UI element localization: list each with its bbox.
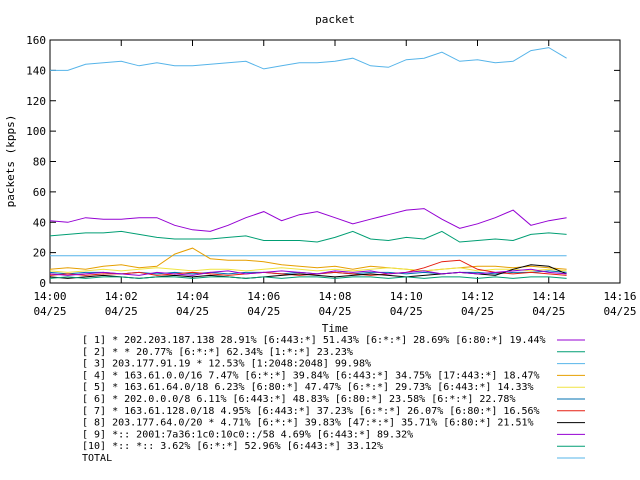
- legend-label-4: [ 4] * 163.61.0.0/16 7.47% [6:*:*] 39.84…: [82, 370, 540, 381]
- series-line-total: [50, 47, 567, 71]
- y-axis-label: packets (kpps): [4, 115, 17, 208]
- y-tick-label: 140: [26, 64, 46, 77]
- x-tick-label-time: 14:06: [247, 290, 280, 303]
- y-ticks: 0 20 40 60 80 100 120 140 160: [26, 34, 620, 290]
- legend-label-6: [ 6] * 202.0.0.0/8 6.11% [6:443:*] 48.83…: [82, 394, 515, 405]
- x-tick-label-time: 14:12: [461, 290, 494, 303]
- x-tick-label-time: 14:04: [176, 290, 209, 303]
- y-tick-label: 80: [33, 156, 46, 169]
- y-tick-label: 160: [26, 34, 46, 47]
- x-ticks: 14:00 04/25 14:02 04/25 14:04 04/25 14:06 04/25…: [33, 40, 637, 318]
- y-tick-label: 100: [26, 125, 46, 138]
- x-tick-label-date: 04/25: [532, 305, 565, 318]
- y-tick-label: 120: [26, 95, 46, 108]
- series-line-10: [49, 276, 567, 279]
- series-line-2: [49, 230, 567, 243]
- x-tick-label-time: 14:00: [33, 290, 66, 303]
- x-tick-label-date: 04/25: [176, 305, 209, 318]
- y-tick-label: 20: [33, 247, 46, 260]
- x-tick-label-date: 04/25: [603, 305, 636, 318]
- legend-label-5: [ 5] * 163.61.64.0/18 6.23% [6:80:*] 47.…: [82, 382, 534, 393]
- legend-label-1: [ 1] * 202.203.187.138 28.91% [6:443:*] …: [82, 335, 546, 346]
- legend-label-8: [ 8] 203.177.64.0/20 * 4.71% [6:*:*] 39.…: [82, 418, 534, 429]
- legend-label-10: [10] *:: *:: 3.62% [6:*:*] 52.96% [6:443…: [82, 441, 383, 452]
- x-tick-label-date: 04/25: [247, 305, 280, 318]
- x-tick-label-time: 14:08: [318, 290, 351, 303]
- x-axis-label: Time: [322, 322, 349, 335]
- legend-label-total: TOTAL: [82, 453, 112, 464]
- legend-label-3: [ 3] 203.177.91.19 * 12.53% [1:2048:2048…: [82, 359, 371, 370]
- y-tick-label: 40: [33, 216, 46, 229]
- x-tick-label-date: 04/25: [318, 305, 351, 318]
- series-lines: [49, 47, 567, 279]
- legend-label-7: [ 7] * 163.61.128.0/18 4.95% [6:443:*] 3…: [82, 406, 540, 417]
- x-tick-label-date: 04/25: [33, 305, 66, 318]
- series-line-1: [49, 208, 567, 232]
- legend-label-9: [ 9] *:: 2001:7a36:1c0:10c0::/58 4.69% […: [82, 429, 413, 440]
- x-tick-label-date: 04/25: [461, 305, 494, 318]
- x-tick-label-time: 14:02: [105, 290, 138, 303]
- x-tick-label-time: 14:10: [390, 290, 423, 303]
- legend-label-2: [ 2] * * 20.77% [6:*:*] 62.34% [1:*:*] 2…: [82, 347, 353, 358]
- plot-frame: [49, 39, 621, 284]
- x-tick-label-time: 14:14: [532, 290, 565, 303]
- series-line-4: [49, 247, 567, 272]
- chart-title: packet: [315, 13, 355, 26]
- y-tick-label: 60: [33, 186, 46, 199]
- x-tick-label-date: 04/25: [105, 305, 138, 318]
- x-tick-label-date: 04/25: [390, 305, 423, 318]
- x-tick-label-time: 14:16: [603, 290, 636, 303]
- chart: packet packets (kpps) 0 20 40 60 80 100 120 140…: [4, 13, 637, 464]
- y-tick-label: 0: [39, 277, 46, 290]
- legend: [ 1] * 202.203.187.138 28.91% [6:443:*] …: [82, 335, 585, 464]
